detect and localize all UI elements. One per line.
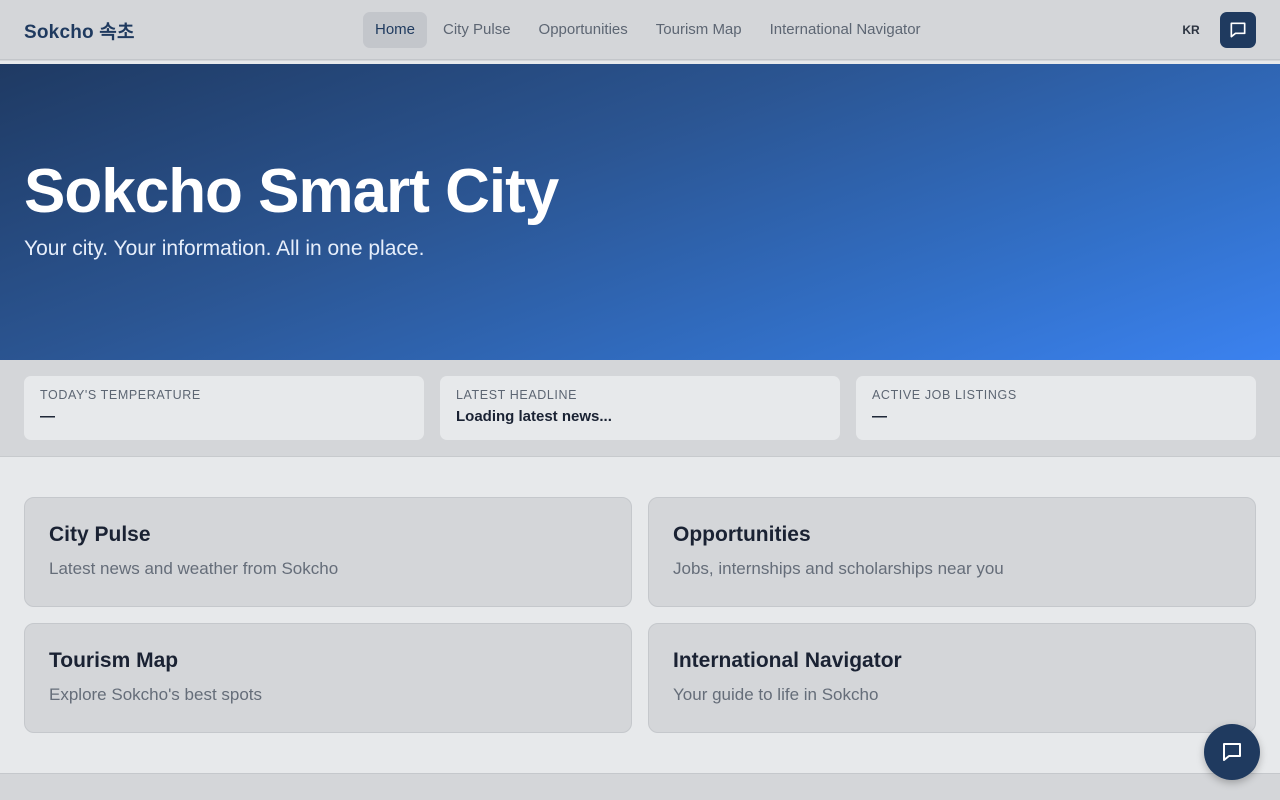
card-opportunities[interactable]: Opportunities Jobs, internships and scho… xyxy=(648,497,1256,607)
stat-value: — xyxy=(40,408,55,425)
hero-title: Sokcho Smart City xyxy=(24,157,559,226)
stat-headline: Latest Headline Loading latest news... xyxy=(440,376,840,440)
feature-cards-section: City Pulse Latest news and weather from … xyxy=(0,457,1280,773)
chat-button[interactable] xyxy=(1220,12,1256,48)
page-footer xyxy=(0,773,1280,800)
card-title: Opportunities xyxy=(673,523,811,546)
card-description: Jobs, internships and scholarships near … xyxy=(673,559,1004,578)
top-navigation-bar: Sokcho 속초 Home City Pulse Opportunities … xyxy=(0,0,1280,64)
hero-subtitle: Your city. Your information. All in one … xyxy=(24,237,425,260)
chat-bubble-icon xyxy=(1230,22,1246,38)
card-international-navigator[interactable]: International Navigator Your guide to li… xyxy=(648,623,1256,733)
nav-opportunities[interactable]: Opportunities xyxy=(527,12,640,48)
card-title: City Pulse xyxy=(49,523,151,546)
main-nav: Home City Pulse Opportunities Tourism Ma… xyxy=(363,12,933,48)
card-title: Tourism Map xyxy=(49,649,179,672)
stat-temperature: Today's Temperature — xyxy=(24,376,424,440)
floating-chat-button[interactable] xyxy=(1204,724,1260,780)
stat-label: Active Job Listings xyxy=(872,388,1017,402)
brand-logo[interactable]: Sokcho 속초 xyxy=(24,17,135,44)
stat-label: Today's Temperature xyxy=(40,388,201,402)
card-title: International Navigator xyxy=(673,649,902,672)
stat-label: Latest Headline xyxy=(456,388,578,402)
stat-value[interactable]: Loading latest news... xyxy=(456,408,824,425)
nav-tourism-map[interactable]: Tourism Map xyxy=(644,12,754,48)
nav-city-pulse[interactable]: City Pulse xyxy=(431,12,523,48)
card-tourism-map[interactable]: Tourism Map Explore Sokcho's best spots xyxy=(24,623,632,733)
stat-value: — xyxy=(872,408,887,425)
card-city-pulse[interactable]: City Pulse Latest news and weather from … xyxy=(24,497,632,607)
nav-home[interactable]: Home xyxy=(363,12,428,48)
chat-bubble-icon xyxy=(1223,743,1241,761)
stat-job-listings: Active Job Listings — xyxy=(856,376,1256,440)
card-description: Explore Sokcho's best spots xyxy=(49,685,263,704)
card-description: Your guide to life in Sokcho xyxy=(673,685,879,704)
stats-strip: Today's Temperature — Latest Headline Lo… xyxy=(0,360,1280,457)
card-description: Latest news and weather from Sokcho xyxy=(49,559,339,578)
language-toggle[interactable]: KR xyxy=(1176,12,1206,48)
nav-international-navigator[interactable]: International Navigator xyxy=(758,12,933,48)
hero-banner: Sokcho Smart City Your city. Your inform… xyxy=(0,64,1280,360)
